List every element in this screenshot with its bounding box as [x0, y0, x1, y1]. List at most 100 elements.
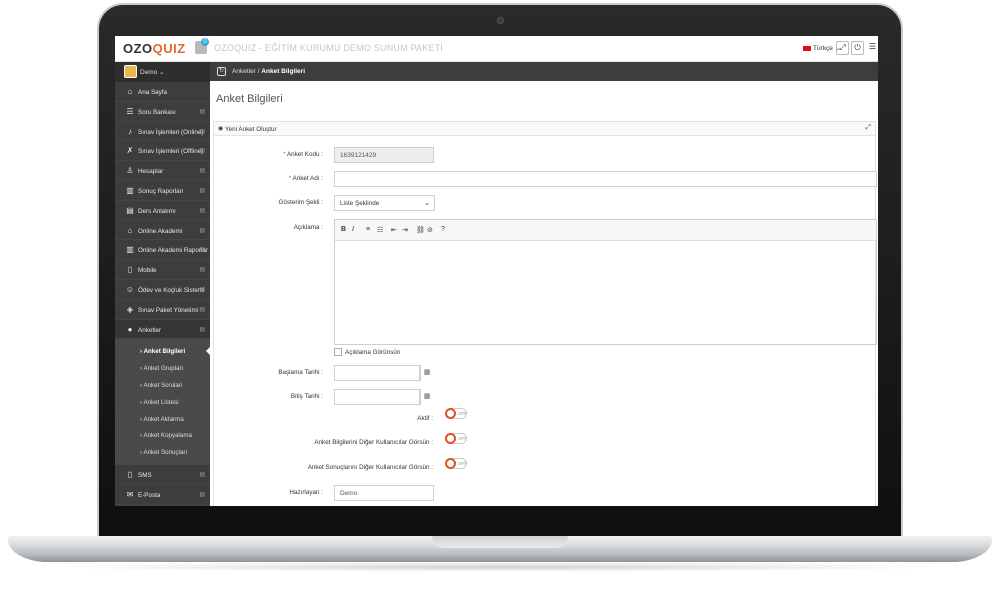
bold-icon[interactable]: B — [341, 226, 346, 233]
ordered-list-icon[interactable]: ≡ — [366, 226, 370, 233]
submenu-item[interactable]: › Anket Sonuçları — [115, 444, 210, 461]
home-icon: ⌂ — [127, 87, 133, 96]
submenu-item-label: › Anket Listesi — [140, 398, 179, 406]
active-toggle[interactable]: OFF — [445, 408, 467, 419]
preparer-input[interactable]: Demo — [334, 485, 434, 501]
submenu-item-label: › Anket Sonuçları — [140, 449, 188, 457]
camera-icon — [497, 17, 504, 24]
sidebar-item[interactable]: ✗ Sınav İşlemleri (Offline) ▤ — [115, 141, 210, 162]
submenu-item[interactable]: › Anket Soruları — [115, 377, 210, 394]
results-visible-toggle[interactable]: OFF — [445, 458, 467, 469]
mobile-icon: ▯ — [127, 265, 133, 275]
submenu-item-label: › Anket Grupları — [140, 365, 184, 373]
sidebar-item[interactable]: ▥ Online Akademi Raporlar ▤ — [115, 240, 210, 261]
info-visible-label: Anket Bilgilerini Diğer Kullanıcılar Gör… — [314, 439, 433, 446]
logo[interactable]: OZOQUIZ — [123, 41, 186, 56]
sidebar-item[interactable]: ◈ Sınav Paket Yönetimi ▤ — [115, 300, 210, 320]
sidebar-item[interactable]: ▥ Sonuç Raporları ▤ — [115, 181, 210, 201]
sidebar-item-label: SMS — [138, 471, 152, 479]
unlink-icon[interactable]: ⊘ — [427, 226, 433, 234]
expand-icon: ▤ — [199, 286, 205, 293]
avatar — [124, 65, 137, 78]
submenu-item[interactable]: › Anket Listesi — [115, 394, 210, 411]
sidebar-item[interactable]: ♪ Sınav İşlemleri (Online) ▤ — [115, 122, 210, 142]
expand-icon: ▤ — [199, 491, 205, 498]
calendar-icon[interactable]: ▦ — [420, 389, 433, 405]
breadcrumb-parent[interactable]: Anketler — [232, 68, 256, 75]
indent-icon[interactable]: ⇥ — [402, 226, 408, 234]
desc-show-checkbox[interactable] — [334, 348, 342, 356]
expand-icon: ▤ — [199, 306, 205, 313]
display-label: Gösterim Şekli : — [278, 199, 323, 206]
bar-chart-icon: ▥ — [126, 185, 134, 195]
smile-icon: ☺ — [125, 284, 135, 294]
help-icon[interactable]: ? — [441, 226, 445, 233]
sidebar-item[interactable]: ▤ Ders Anlatımı ▤ — [115, 201, 210, 221]
expand-icon: ▤ — [199, 247, 205, 254]
expand-icon[interactable]: ⤢ — [865, 124, 871, 132]
form-panel: ◉ Yeni Anket Oluştur ⤢ * Anket Kodu : 16… — [213, 121, 877, 506]
top-bar: OZOQUIZ 0 OZOQUIZ - EĞİTİM KURUMU DEMO S… — [115, 36, 878, 62]
circle-icon: ● — [127, 324, 133, 334]
bar-chart-icon: ▥ — [126, 245, 134, 255]
italic-icon[interactable]: I — [352, 226, 354, 233]
desc-show-label: Açıklama Görünsün — [345, 349, 401, 356]
sidebar-item-label: Sınav İşlemleri (Offline) — [138, 148, 204, 156]
outdent-icon[interactable]: ⇤ — [391, 226, 397, 234]
submenu-item[interactable]: › Anket Aktarma — [115, 411, 210, 428]
mail-icon: ✉ — [126, 489, 134, 499]
sidebar-item[interactable]: ♙ Hesaplar ▤ — [115, 161, 210, 181]
language-selector[interactable]: Türkçe ⌄ — [803, 44, 840, 52]
calendar-icon[interactable]: ▦ — [420, 365, 433, 381]
expand-icon: ▤ — [199, 168, 205, 175]
submenu: › Anket Bilgileri › Anket Grupları › Anket… — [115, 339, 210, 465]
sidebar-item-label: Sonuç Raporları — [138, 187, 184, 195]
expand-icon: ▤ — [199, 227, 205, 234]
sidebar-item[interactable]: ⌂ Online Akademi ▤ — [115, 221, 210, 241]
refresh-icon[interactable]: ↻ — [217, 67, 226, 76]
results-visible-label: Anket Sonuçlarını Diğer Kullanıcılar Gör… — [307, 464, 433, 471]
info-visible-toggle[interactable]: OFF — [445, 433, 467, 444]
flag-icon — [803, 45, 811, 51]
power-icon[interactable]: ⏻ — [851, 41, 864, 55]
submenu-item[interactable]: › Anket Grupları — [115, 360, 210, 377]
fullscreen-icon[interactable]: ⤢ — [836, 41, 849, 55]
sidebar-item-label: Online Akademi — [138, 227, 183, 235]
unordered-list-icon[interactable]: ☷ — [377, 226, 383, 234]
submenu-item-label: › Anket Kopyalama — [140, 432, 192, 440]
display-select[interactable]: Liste Şeklinde ⌄ — [334, 195, 435, 211]
sidebar-item[interactable]: ▯ SMS ▤ — [115, 465, 210, 485]
breadcrumb: ↻ Anketler / Anket Bilgileri — [210, 62, 878, 81]
sidebar-item[interactable]: ☺ Ödev ve Koçluk Sistemi ▤ — [115, 280, 210, 300]
active-label: Aktif : — [417, 415, 433, 422]
start-date-input[interactable] — [334, 365, 420, 381]
sidebar-item[interactable]: ● Anketler ▤ — [115, 319, 210, 340]
submenu-item[interactable]: › Anket Bilgileri — [115, 343, 210, 360]
sidebar-item[interactable]: ✉ E-Posta ▤ — [115, 485, 210, 505]
sidebar-item-label: Anketler — [138, 326, 162, 334]
sidebar-item-label: Ödev ve Koçluk Sistemi — [138, 286, 205, 294]
expand-icon: ▤ — [199, 326, 205, 333]
code-label: * Anket Kodu : — [283, 151, 323, 158]
description-editor[interactable]: B I ≡ ☷ ⇤ ⇥ ⛓ ⊘? — [334, 219, 877, 345]
menu-icon[interactable]: ☰ — [866, 41, 878, 55]
panel-header: ◉ Yeni Anket Oluştur ⤢ — [214, 122, 875, 136]
expand-icon: ▤ — [199, 148, 205, 155]
user-icon: ♙ — [126, 166, 134, 176]
document-icon: ▤ — [126, 205, 134, 215]
name-input[interactable] — [334, 171, 877, 187]
sidebar: Demo ⌄ ⌂ Ana Sayfa ☰ Soru Bankası ▤ ♪ Sınav İş… — [115, 62, 210, 506]
sidebar-item[interactable]: ⌂ Ana Sayfa — [115, 82, 210, 102]
link-icon[interactable]: ⛓ — [416, 226, 425, 234]
laptop-notch — [432, 536, 568, 548]
end-date-input[interactable] — [334, 389, 420, 405]
user-menu[interactable]: Demo ⌄ — [115, 62, 210, 82]
sidebar-item[interactable]: ☰ Soru Bankası ▤ — [115, 102, 210, 122]
sidebar-item-label: Mobile — [138, 267, 157, 275]
app-title: OZOQUIZ - EĞİTİM KURUMU DEMO SUNUM PAKET… — [214, 43, 444, 53]
laptop-shadow — [40, 562, 960, 572]
submenu-item[interactable]: › Anket Kopyalama — [115, 427, 210, 444]
sidebar-item[interactable]: ▯ Mobile ▤ — [115, 260, 210, 280]
panel-title: Yeni Anket Oluştur — [225, 126, 277, 133]
sidebar-item-label: Soru Bankası — [138, 108, 176, 116]
